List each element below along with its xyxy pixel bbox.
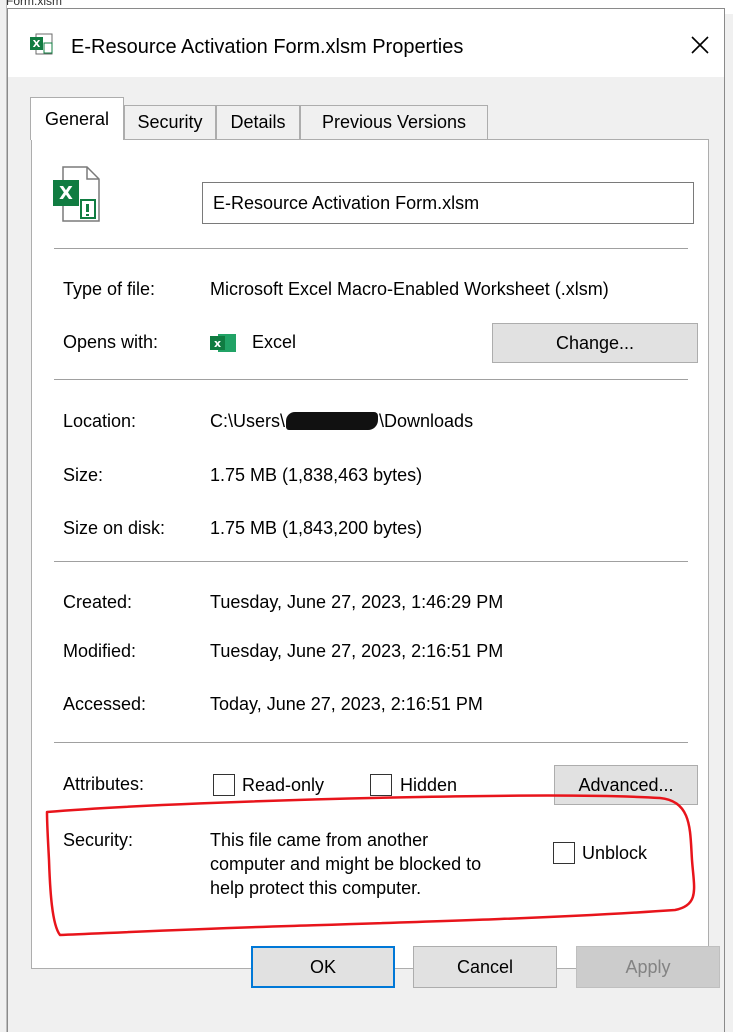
close-icon — [691, 36, 709, 54]
tab-security[interactable]: Security — [124, 105, 216, 139]
size-label: Size: — [63, 465, 104, 485]
separator — [54, 561, 688, 562]
svg-text:X: X — [59, 183, 73, 204]
background-window-edge — [0, 0, 7, 1032]
opens-with-value: Excel — [252, 332, 297, 352]
background-window-title: Form.xlsm — [6, 0, 62, 8]
security-warning-line2: computer and might be blocked to — [210, 854, 482, 874]
properties-dialog: X E-Resource Activation Form.xlsm Proper… — [7, 8, 725, 1032]
location-label: Location: — [63, 411, 137, 431]
location-value: C:\Users\ \Downloads — [210, 411, 473, 432]
modified-label: Modified: — [63, 641, 137, 661]
tab-details[interactable]: Details — [216, 105, 300, 139]
dialog-title: E-Resource Activation Form.xlsm Properti… — [71, 36, 464, 58]
location-suffix: \Downloads — [379, 411, 474, 431]
apply-button[interactable]: Apply — [576, 946, 720, 988]
excel-file-icon: X — [30, 33, 53, 55]
size-on-disk-label: Size on disk: — [63, 518, 166, 538]
file-name-input[interactable]: E-Resource Activation Form.xlsm — [202, 182, 694, 224]
close-button[interactable] — [680, 25, 720, 65]
title-bar[interactable]: X E-Resource Activation Form.xlsm Proper… — [8, 9, 724, 77]
attributes-label: Attributes: — [63, 774, 145, 794]
security-warning-line1: This file came from another — [210, 830, 429, 850]
read-only-label[interactable]: Read-only — [242, 775, 324, 796]
unblock-label[interactable]: Unblock — [582, 843, 647, 864]
separator — [54, 742, 688, 743]
accessed-value: Today, June 27, 2023, 2:16:51 PM — [210, 694, 483, 714]
tab-general[interactable]: General — [30, 97, 124, 140]
svg-text:X: X — [33, 39, 41, 50]
security-warning-line3: help protect this computer. — [210, 878, 422, 898]
ok-button[interactable]: OK — [251, 946, 395, 988]
created-value: Tuesday, June 27, 2023, 1:46:29 PM — [210, 592, 504, 612]
tab-label: Security — [137, 112, 203, 132]
separator — [54, 379, 688, 380]
unblock-checkbox[interactable] — [553, 842, 575, 864]
modified-value: Tuesday, June 27, 2023, 2:16:51 PM — [210, 641, 504, 661]
advanced-button[interactable]: Advanced... — [554, 765, 698, 805]
tab-label: Details — [230, 112, 286, 132]
separator — [54, 248, 688, 249]
hidden-label[interactable]: Hidden — [400, 775, 457, 796]
excel-macro-file-icon: X — [53, 166, 100, 222]
general-tab-panel: X E-Resource Activation Form.xlsm Type o… — [31, 139, 709, 969]
created-label: Created: — [63, 592, 133, 612]
excel-app-icon: x — [210, 334, 236, 352]
opens-with-label: Opens with: — [63, 332, 159, 352]
hidden-checkbox[interactable] — [370, 774, 392, 796]
accessed-label: Accessed: — [63, 694, 147, 714]
cancel-button[interactable]: Cancel — [413, 946, 557, 988]
read-only-checkbox[interactable] — [213, 774, 235, 796]
size-value: 1.75 MB (1,838,463 bytes) — [210, 465, 423, 485]
security-label: Security: — [63, 830, 134, 850]
location-prefix: C:\Users\ — [210, 411, 286, 431]
change-button[interactable]: Change... — [492, 323, 698, 363]
redacted-username — [286, 412, 379, 430]
svg-text:x: x — [214, 337, 221, 350]
type-of-file-label: Type of file: — [63, 279, 156, 299]
tab-previous-versions[interactable]: Previous Versions — [300, 105, 488, 139]
size-on-disk-value: 1.75 MB (1,843,200 bytes) — [210, 518, 423, 538]
tab-label: General — [44, 108, 110, 129]
tab-label: Previous Versions — [321, 112, 467, 132]
type-of-file-value: Microsoft Excel Macro-Enabled Worksheet … — [210, 279, 609, 299]
